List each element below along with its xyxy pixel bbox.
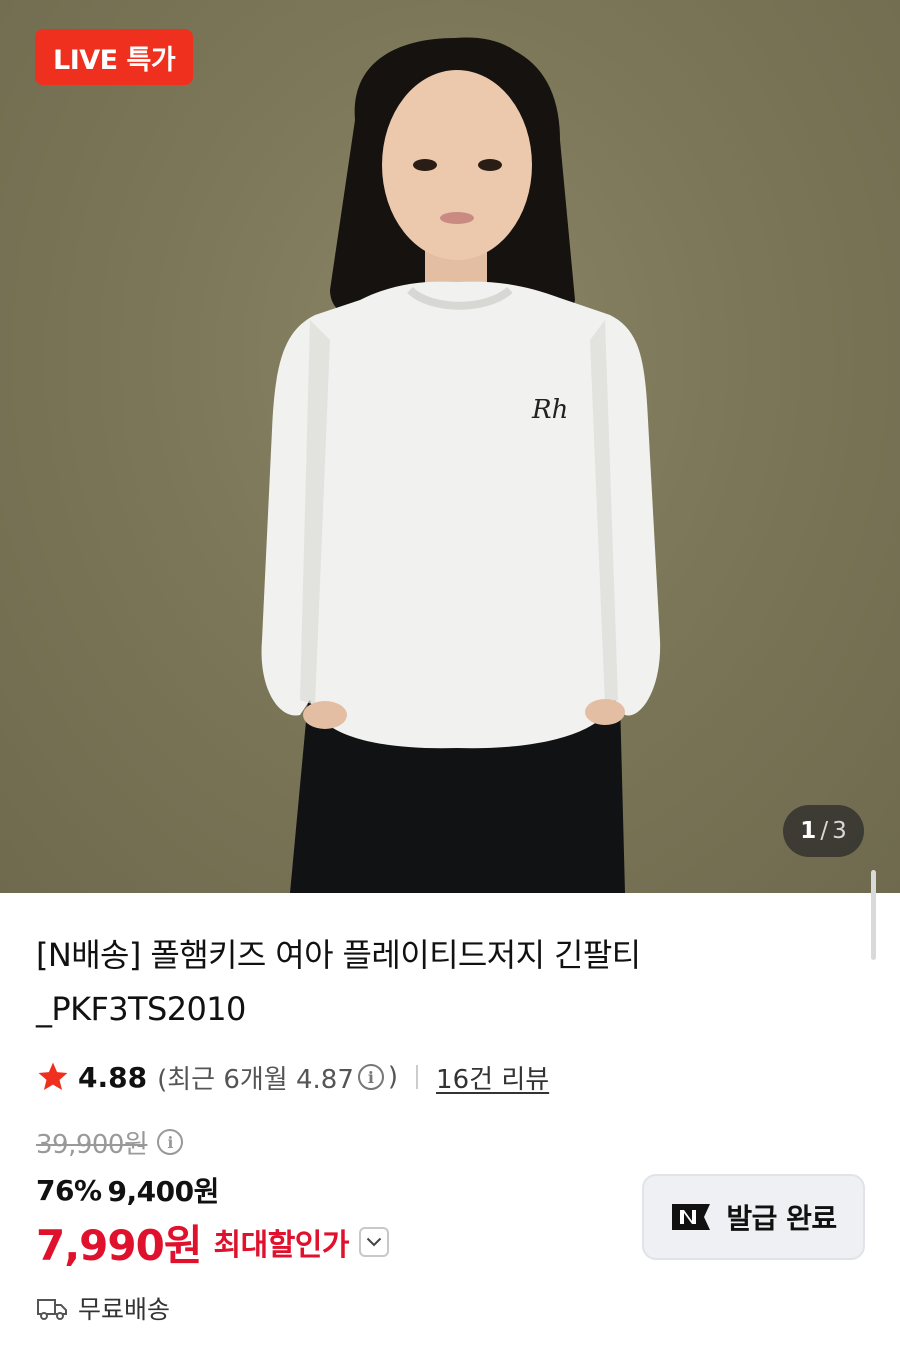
price-info-icon[interactable]: i — [157, 1129, 184, 1155]
rating-row: 4.88 (최근 6개월 4.87 i ) 16건 리뷰 — [36, 1056, 549, 1098]
review-count-link[interactable]: 16건 리뷰 — [436, 1059, 549, 1096]
truck-icon — [37, 1299, 67, 1320]
rating-score: 4.88 — [78, 1060, 148, 1094]
final-price-row: 7,990원 최대할인가 — [36, 1213, 389, 1271]
sale-price: 9,400원 — [107, 1175, 220, 1208]
image-counter-current: 1 — [800, 818, 817, 844]
product-image-carousel[interactable]: Rh LIVE 특가 1 / 3 — [0, 0, 900, 893]
rating-divider — [416, 1065, 419, 1089]
image-counter-separator: / — [820, 818, 829, 844]
coupon-label: 발급 완료 — [726, 1202, 837, 1235]
shipping-row: 무료배송 — [36, 1288, 170, 1328]
recent-rating-close: ) — [387, 1062, 399, 1092]
shipping-label: 무료배송 — [78, 1295, 171, 1324]
product-title: [N배송] 폴햄키즈 여아 플레이티드저지 긴팔티 _PKF3TS2010 — [36, 936, 641, 1028]
sale-price-row: 76% 9,400원 — [36, 1170, 219, 1210]
image-counter-total: 3 — [832, 818, 847, 844]
original-price: 39,900원 — [36, 1129, 148, 1160]
live-deal-badge-label: LIVE 특가 — [53, 44, 176, 76]
star-icon — [38, 1062, 68, 1091]
final-price-label: 최대할인가 — [213, 1228, 350, 1263]
page-scrollbar[interactable] — [871, 870, 876, 960]
discount-detail-toggle[interactable] — [359, 1227, 389, 1257]
chevron-down-icon — [366, 1237, 382, 1247]
coupon-issued-button[interactable]: 발급 완료 — [642, 1174, 865, 1260]
discount-percent: 76% — [36, 1173, 102, 1207]
image-counter: 1 / 3 — [783, 805, 864, 857]
info-icon[interactable]: i — [357, 1064, 384, 1090]
recent-rating: (최근 6개월 4.87 i ) — [157, 1059, 398, 1096]
svg-text:Rh: Rh — [531, 395, 568, 425]
naver-n-icon — [672, 1204, 711, 1230]
product-photo: Rh — [261, 37, 661, 893]
live-deal-badge: LIVE 특가 — [35, 29, 194, 85]
final-price: 7,990원 — [36, 1220, 202, 1270]
recent-rating-text: (최근 6개월 4.87 — [157, 1064, 354, 1095]
original-price-row: 39,900원 i — [36, 1122, 187, 1162]
